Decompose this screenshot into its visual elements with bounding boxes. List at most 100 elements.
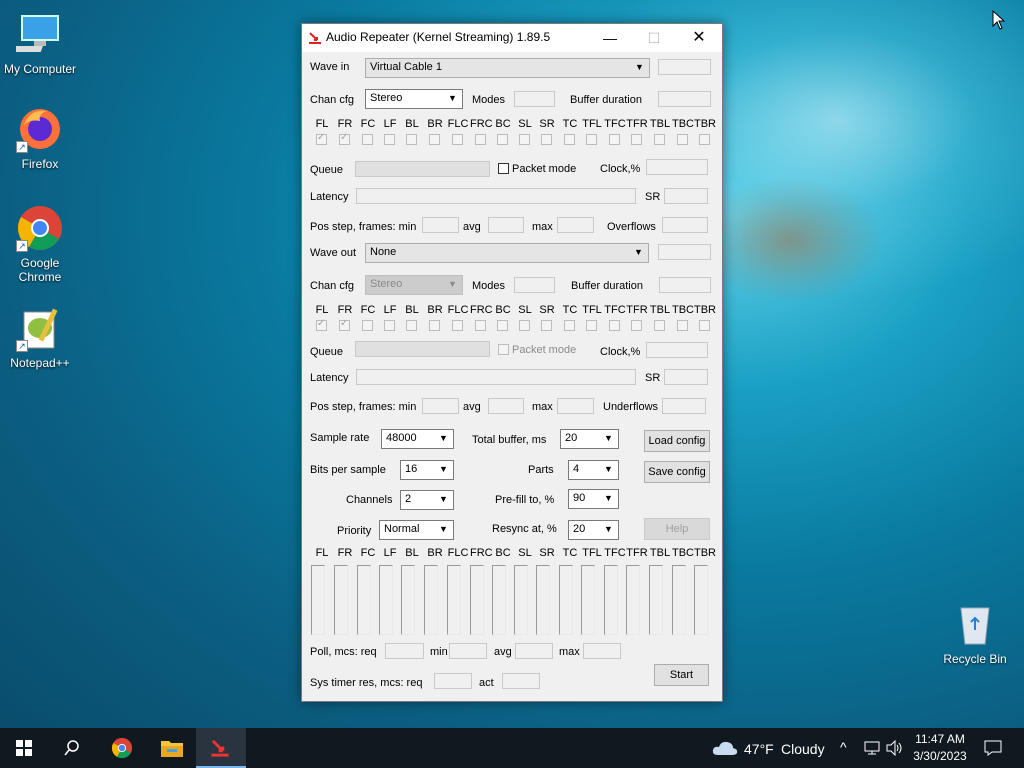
wave-out-channel-label: TBC	[672, 304, 694, 316]
audio-repeater-taskbar-button[interactable]	[196, 728, 246, 768]
wave-out-queue-label: Queue	[310, 346, 344, 358]
wave-out-device-value: None	[370, 246, 397, 258]
wave-out-channel-label: TC	[562, 304, 578, 316]
wave-out-channel-checkbox[interactable]	[699, 320, 710, 331]
wave-in-channel-checkbox[interactable]	[429, 134, 440, 145]
cloud-icon	[712, 741, 738, 755]
wave-in-chan-cfg-select[interactable]: Stereo ▼	[365, 89, 463, 109]
wave-in-channel-checkbox[interactable]	[497, 134, 508, 145]
desktop-icon-label: Recycle Bin	[943, 652, 1007, 666]
wave-out-max-label: max	[532, 401, 553, 413]
wave-out-latency-bar	[356, 369, 636, 385]
chevron-down-icon: ▼	[448, 93, 457, 103]
priority-select[interactable]: Normal ▼	[379, 520, 454, 540]
channels-select[interactable]: 2 ▼	[400, 490, 454, 510]
wave-out-channel-checkbox[interactable]	[497, 320, 508, 331]
desktop-icon-notepadpp[interactable]: ↗ Notepad++	[0, 304, 80, 370]
start-button-taskbar[interactable]	[0, 728, 48, 768]
wave-out-channel-checkbox[interactable]	[586, 320, 597, 331]
wave-out-chan-cfg-label: Chan cfg	[310, 280, 355, 292]
wave-out-channel-checkbox[interactable]	[564, 320, 575, 331]
parts-select[interactable]: 4 ▼	[568, 460, 619, 480]
start-button[interactable]: Start	[654, 664, 709, 686]
file-explorer-taskbar-button[interactable]	[148, 728, 196, 768]
wave-out-channel-checkbox[interactable]	[475, 320, 486, 331]
desktop-icon-recycle-bin[interactable]: Recycle Bin	[935, 600, 1015, 666]
prefill-select[interactable]: 90 ▼	[568, 489, 619, 509]
wave-out-chan-cfg-value: Stereo	[370, 278, 403, 290]
wave-out-packet-mode-checkbox[interactable]	[498, 344, 509, 355]
parts-value: 4	[573, 463, 580, 475]
wave-in-channel-checkbox[interactable]	[406, 134, 417, 145]
wave-out-channel-checkbox[interactable]	[677, 320, 688, 331]
wave-in-channel-checkbox[interactable]	[519, 134, 530, 145]
wave-out-channel-checkbox[interactable]	[609, 320, 620, 331]
wave-in-channel-checkbox[interactable]	[609, 134, 620, 145]
wave-out-channel-checkbox[interactable]	[452, 320, 463, 331]
wave-in-pos-min-field	[422, 217, 459, 233]
wave-out-underflows-label: Underflows	[603, 401, 659, 413]
wave-out-chan-cfg-select[interactable]: Stereo ▼	[365, 275, 463, 295]
wave-in-channel-checkbox[interactable]	[654, 134, 665, 145]
wave-in-channel-checkbox[interactable]	[316, 132, 327, 145]
wave-in-channel-checkbox[interactable]	[631, 134, 642, 145]
wave-out-channel-checkbox[interactable]	[631, 320, 642, 331]
network-button[interactable]	[862, 728, 882, 768]
wave-in-modes-label: Modes	[472, 94, 506, 106]
wave-in-channel-checkbox[interactable]	[475, 134, 486, 145]
wave-in-channel-checkbox[interactable]	[384, 134, 395, 145]
wave-in-channel-label: FRC	[470, 118, 493, 130]
sys-timer-act-field	[502, 673, 540, 689]
chrome-taskbar-button[interactable]	[98, 728, 146, 768]
wave-in-channel-checkbox[interactable]	[541, 134, 552, 145]
wave-out-channel-checkbox[interactable]	[384, 320, 395, 331]
level-meter	[604, 565, 618, 635]
wave-in-channel-label: SL	[518, 118, 532, 130]
wave-in-channel-checkbox[interactable]	[339, 132, 350, 145]
clock[interactable]: 11:47 AM 3/30/2023	[908, 728, 972, 768]
wave-out-channel-label: FL	[315, 304, 329, 316]
desktop-icon-chrome[interactable]: ↗ Google Chrome	[0, 204, 80, 284]
wave-in-channel-checkbox[interactable]	[564, 134, 575, 145]
wave-out-channel-checkbox[interactable]	[519, 320, 530, 331]
wave-out-channel-checkbox[interactable]	[362, 320, 373, 331]
wave-out-channel-checkbox[interactable]	[429, 320, 440, 331]
wave-in-modes-field	[514, 91, 555, 107]
volume-button[interactable]	[884, 728, 904, 768]
notifications-button[interactable]	[978, 728, 1008, 768]
sample-rate-select[interactable]: 48000 ▼	[381, 429, 454, 449]
wave-in-packet-mode-checkbox[interactable]	[498, 163, 509, 174]
resync-label: Resync at, %	[492, 523, 557, 535]
save-config-button[interactable]: Save config	[644, 461, 710, 483]
wave-in-channel-checkbox[interactable]	[677, 134, 688, 145]
parts-label: Parts	[528, 464, 554, 476]
wave-in-channel-label: LF	[383, 118, 397, 130]
resync-select[interactable]: 20 ▼	[568, 520, 619, 540]
wave-in-channel-checkbox[interactable]	[452, 134, 463, 145]
wave-out-channel-checkbox[interactable]	[406, 320, 417, 331]
resync-value: 20	[573, 523, 586, 535]
firefox-icon: ↗	[16, 105, 64, 153]
wave-in-channel-checkbox[interactable]	[586, 134, 597, 145]
wave-out-device-select[interactable]: None ▼	[365, 243, 649, 263]
help-button[interactable]: Help	[644, 518, 710, 540]
chevron-down-icon: ▼	[604, 493, 613, 503]
wave-in-channel-checkbox[interactable]	[699, 134, 710, 145]
desktop-icon-firefox[interactable]: ↗ Firefox	[0, 105, 80, 171]
load-config-button[interactable]: Load config	[644, 430, 710, 452]
wave-in-channel-checkbox[interactable]	[362, 134, 373, 145]
weather-condition: Cloudy	[781, 741, 825, 757]
wave-in-device-select[interactable]: Virtual Cable 1 ▼	[365, 58, 650, 78]
desktop-icon-my-computer[interactable]: My Computer	[0, 10, 80, 76]
total-buffer-select[interactable]: 20 ▼	[560, 429, 619, 449]
wave-out-channel-checkbox[interactable]	[654, 320, 665, 331]
show-hidden-icons-button[interactable]: ^	[838, 728, 854, 768]
wave-out-channel-label: TBR	[694, 304, 716, 316]
audio-repeater-window: Audio Repeater (Kernel Streaming) 1.89.5…	[301, 23, 723, 702]
wave-out-channel-checkbox[interactable]	[339, 318, 350, 331]
search-taskbar-button[interactable]	[48, 728, 96, 768]
wave-out-channel-checkbox[interactable]	[541, 320, 552, 331]
poll-label: Poll, mcs: req	[310, 646, 377, 658]
wave-out-channel-checkbox[interactable]	[316, 318, 327, 331]
bits-per-sample-select[interactable]: 16 ▼	[400, 460, 454, 480]
